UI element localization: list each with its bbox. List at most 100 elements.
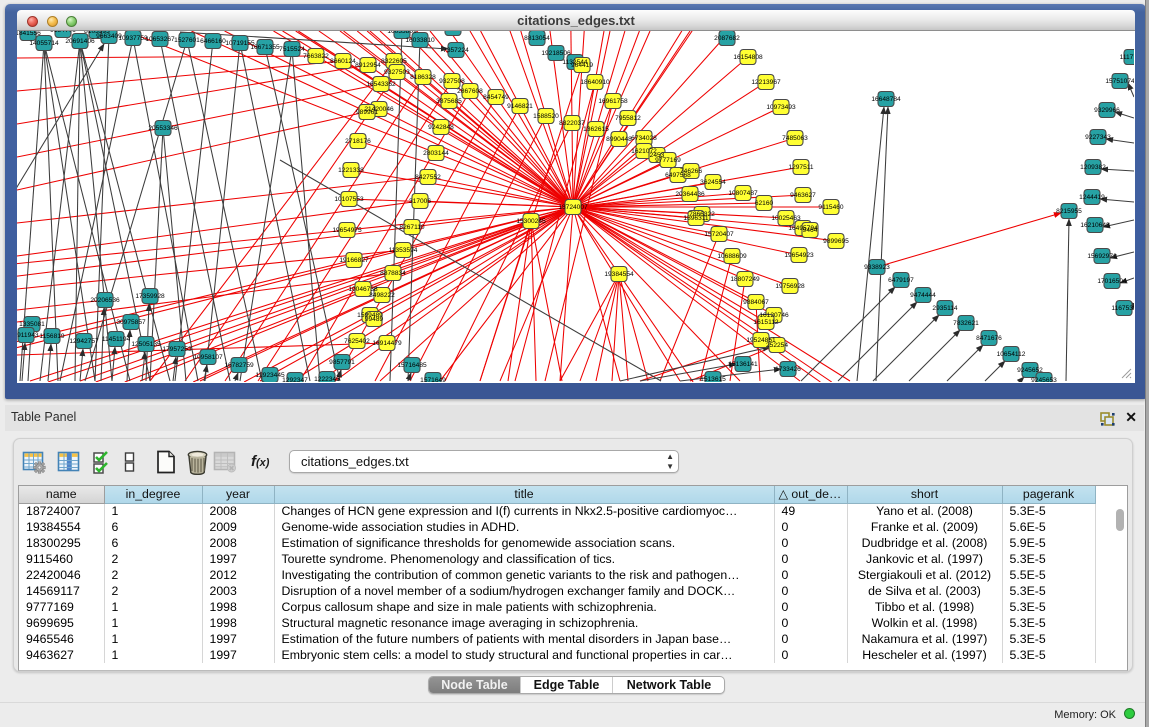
svg-text:1841556: 1841556 [17,31,41,37]
svg-text:14055714: 14055714 [29,40,59,47]
svg-text:1209382: 1209382 [1080,164,1106,171]
svg-text:9120831: 9120831 [440,31,466,32]
svg-text:1615112: 1615112 [753,319,779,326]
svg-text:9327503: 9327503 [384,69,410,76]
svg-text:7357224: 7357224 [443,47,469,54]
svg-text:964419: 964419 [571,62,593,69]
svg-text:20364436: 20364436 [675,191,705,198]
svg-text:15720407: 15720407 [704,231,734,238]
svg-text:7515524: 7515524 [279,46,305,53]
svg-text:7663822: 7663822 [303,53,329,60]
svg-text:1335081: 1335081 [19,321,45,328]
svg-text:15136141: 15136141 [728,361,758,368]
svg-text:317006: 317006 [409,198,431,205]
svg-text:2718176: 2718176 [345,138,371,145]
svg-text:252254: 252254 [766,342,788,349]
svg-text:16033809: 16033809 [387,31,417,35]
svg-text:16154808: 16154808 [733,54,763,61]
svg-text:16120746: 16120746 [759,312,789,319]
svg-text:9146821: 9146821 [507,103,533,110]
svg-text:9899695: 9899695 [823,238,849,245]
svg-text:8878834: 8878834 [380,270,406,277]
svg-text:1221338: 1221338 [338,167,364,174]
svg-text:3498222: 3498222 [369,292,395,299]
svg-text:1167533: 1167533 [1111,305,1134,312]
svg-text:9245652: 9245652 [1017,367,1043,374]
svg-text:2935114: 2935114 [932,305,958,312]
svg-text:8186328: 8186328 [410,74,436,81]
svg-text:2803144: 2803144 [423,150,449,157]
svg-text:8267110: 8267110 [399,224,425,231]
svg-text:16543362: 16543362 [366,81,396,88]
svg-text:16033810: 16033810 [405,37,435,44]
svg-text:9327508: 9327508 [439,78,465,85]
svg-text:3875685: 3875685 [436,98,462,105]
svg-text:10025463: 10025463 [771,215,801,222]
svg-text:12942757: 12942757 [69,338,99,345]
svg-text:9242848: 9242848 [428,124,454,131]
svg-text:1513615: 1513615 [700,376,726,382]
svg-text:9329966: 9329966 [1094,107,1120,114]
svg-text:12213967: 12213967 [751,79,781,86]
svg-text:30975857: 30975857 [116,319,146,326]
svg-text:1362615: 1362615 [583,126,609,133]
svg-text:17359928: 17359928 [135,293,165,300]
svg-text:19384554: 19384554 [604,271,634,278]
svg-text:8454749: 8454749 [483,94,509,101]
svg-text:18724007: 18724007 [558,204,588,211]
svg-text:16671355: 16671355 [250,44,280,51]
svg-text:20691406: 20691406 [65,38,95,45]
svg-text:9857791: 9857791 [329,359,355,366]
svg-text:1733426: 1733426 [775,366,801,373]
svg-text:19654923: 19654923 [784,252,814,259]
svg-text:7625402: 7625402 [344,338,370,345]
svg-text:1527601: 1527601 [174,37,200,44]
svg-text:18807249: 18807249 [730,276,760,283]
svg-text:9338923: 9338923 [864,264,890,271]
svg-text:8912954: 8912954 [355,62,381,69]
svg-text:8322037: 8322037 [559,120,585,127]
svg-text:1896311: 1896311 [683,215,709,222]
svg-text:12923445: 12923445 [255,372,285,379]
svg-text:19218506: 19218506 [541,50,571,57]
svg-text:8471676: 8471676 [976,335,1002,342]
svg-text:11451194: 11451194 [102,336,131,343]
svg-text:2867608: 2867608 [457,88,483,95]
svg-text:1156819: 1156819 [39,333,65,340]
svg-text:10973493: 10973493 [766,104,796,111]
svg-text:1292347: 1292347 [282,377,308,382]
svg-text:16648784: 16648784 [871,96,901,103]
svg-text:10807487: 10807487 [728,190,758,197]
svg-text:1244419: 1244419 [1079,194,1105,201]
svg-text:9474444: 9474444 [910,292,936,299]
svg-text:3911943: 3911943 [17,332,39,339]
svg-text:7485063: 7485063 [782,135,808,142]
svg-text:19654975: 19654975 [332,227,362,234]
svg-text:11353594: 11353594 [389,247,418,254]
svg-text:1571649: 1571649 [420,377,446,382]
svg-text:8990448: 8990448 [606,136,632,143]
svg-text:989961: 989961 [356,109,378,116]
svg-text:1588520: 1588520 [533,113,559,120]
svg-text:9245653: 9245653 [1031,377,1057,382]
svg-text:15692971: 15692971 [1087,253,1117,260]
svg-text:10937753: 10937753 [118,35,148,42]
svg-text:8322605: 8322605 [381,58,407,65]
svg-text:6734028: 6734028 [631,135,657,142]
svg-text:16961758: 16961758 [598,98,628,105]
svg-text:746266: 746266 [680,168,702,175]
svg-text:10107553: 10107553 [334,196,364,203]
svg-text:16782759: 16782759 [224,362,254,369]
svg-text:8215955: 8215955 [1056,208,1082,215]
svg-text:16914479: 16914479 [372,340,402,347]
svg-text:10654112: 10654112 [997,351,1026,358]
svg-text:20553346: 20553346 [148,125,178,132]
svg-text:9777169: 9777169 [655,157,681,164]
svg-text:19756928: 19756928 [775,283,805,290]
svg-text:15751074: 15751074 [1105,78,1134,85]
svg-text:8660124: 8660124 [330,58,356,65]
svg-text:9884067: 9884067 [743,299,769,306]
svg-text:8427552: 8427552 [415,174,441,181]
svg-text:9227343: 9227343 [1085,134,1111,141]
svg-text:9154776: 9154776 [50,31,76,34]
